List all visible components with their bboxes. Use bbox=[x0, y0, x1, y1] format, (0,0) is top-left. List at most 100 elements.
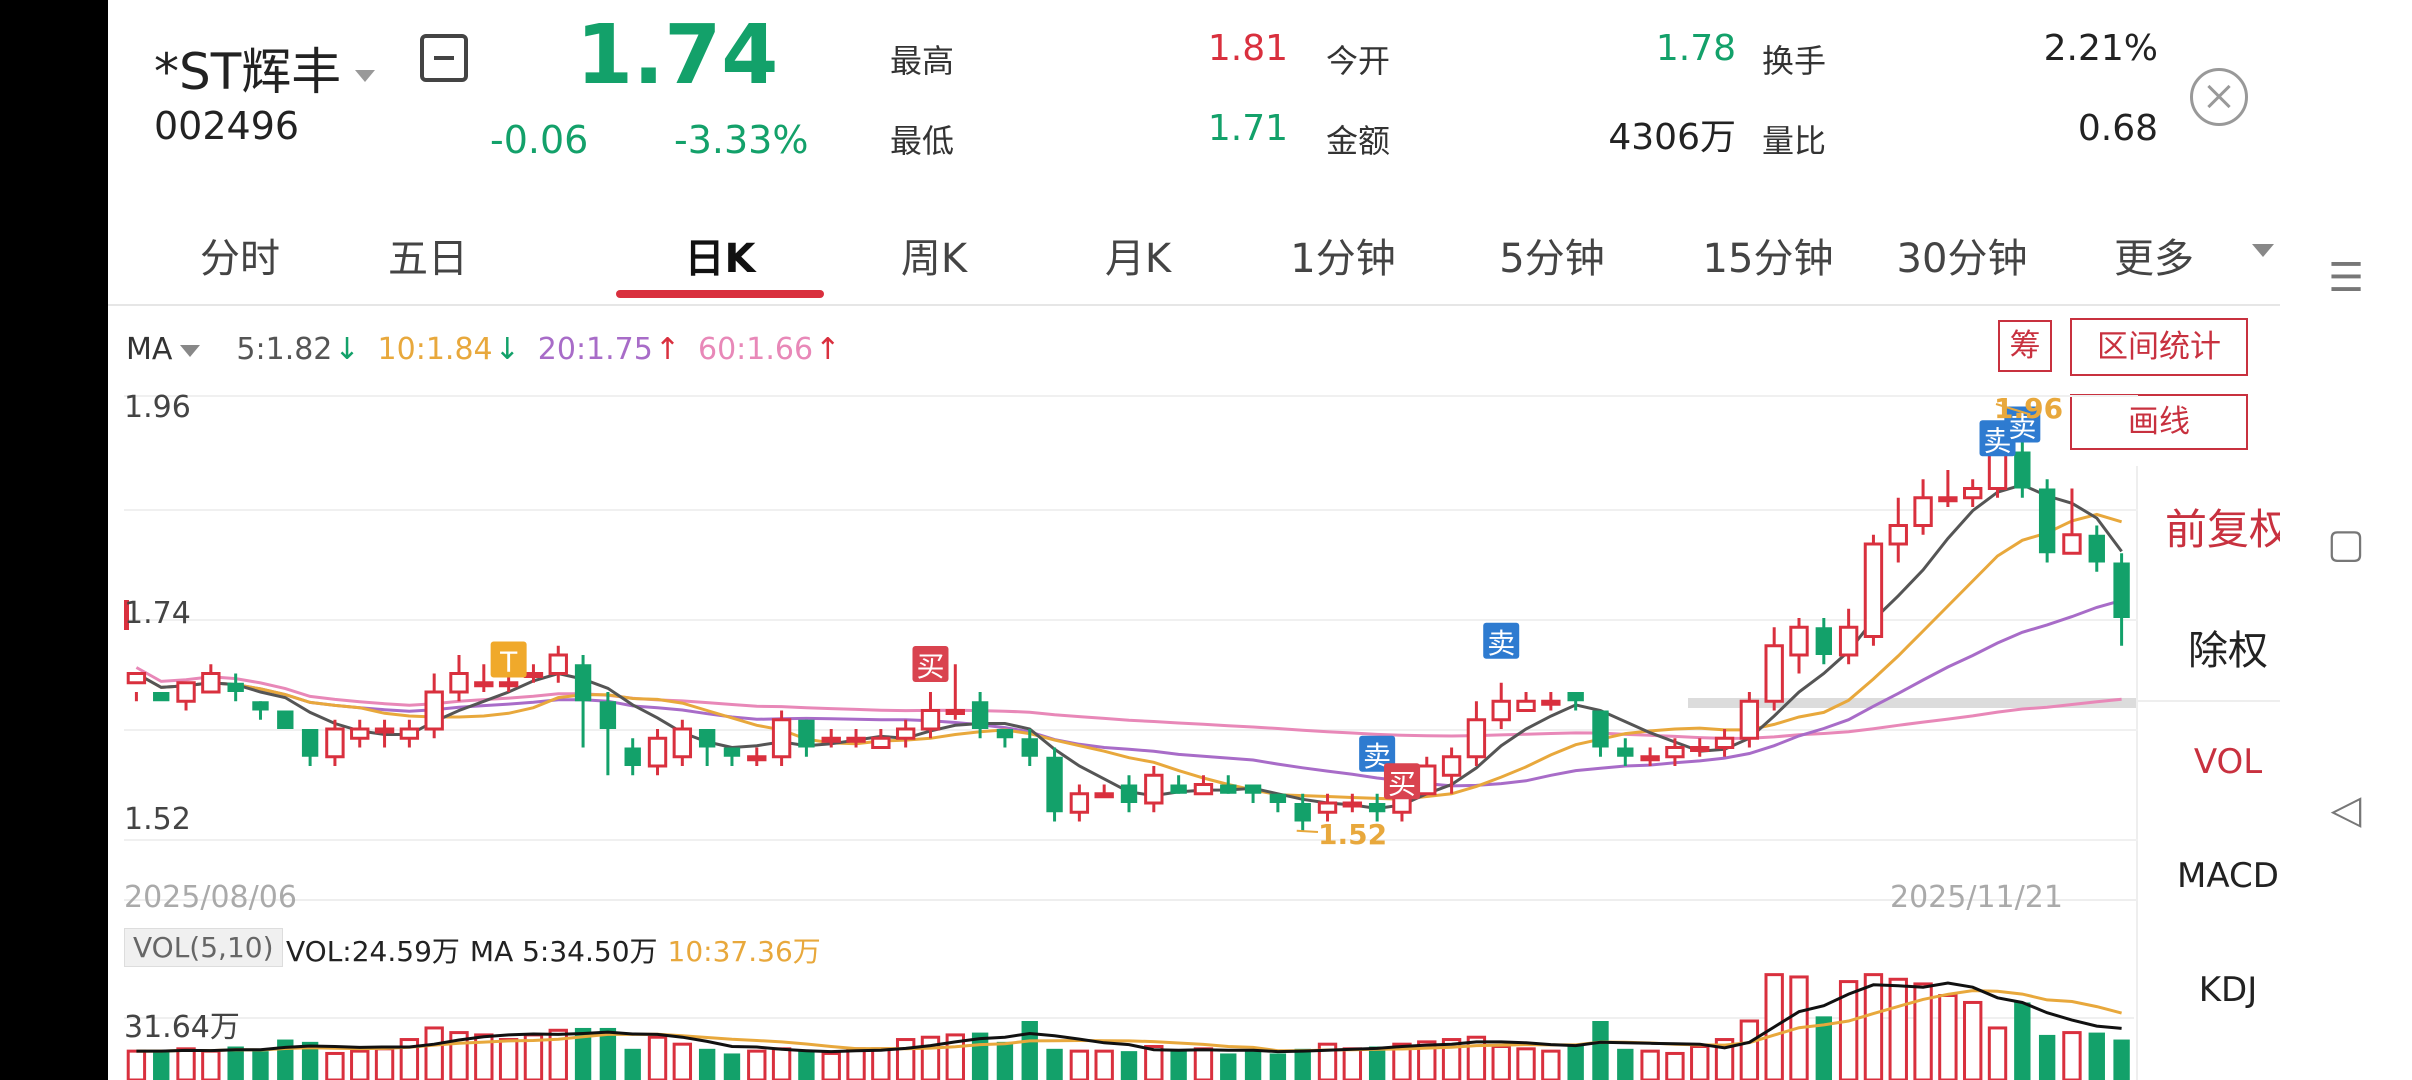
candle-body-down bbox=[996, 729, 1014, 739]
candle-body-down bbox=[624, 747, 641, 766]
volume-bar-down bbox=[723, 1053, 741, 1080]
candle-body-up bbox=[1094, 792, 1114, 799]
candle-body-up bbox=[1789, 625, 1809, 657]
volume-bar-up bbox=[1963, 1000, 1983, 1080]
volume-bar-up bbox=[1144, 1045, 1164, 1080]
candle-body-down bbox=[723, 747, 741, 757]
candle-body-up bbox=[1069, 792, 1090, 814]
volume-bar-down bbox=[1120, 1051, 1138, 1080]
volume-bar-down bbox=[1046, 1048, 1063, 1080]
volume-bar-up bbox=[1888, 977, 1908, 1080]
candle-body-down bbox=[2038, 488, 2056, 554]
candle-body-up bbox=[498, 681, 519, 688]
price-axis-low: 1.52 bbox=[124, 802, 191, 837]
back-icon[interactable]: ◁ bbox=[2323, 790, 2369, 830]
volume-bar-up bbox=[1665, 1051, 1685, 1080]
volume-bar-up bbox=[176, 1047, 196, 1080]
candle-body-down bbox=[1120, 784, 1138, 803]
candle-body-down bbox=[2088, 534, 2105, 563]
candle-body-down bbox=[252, 701, 269, 711]
candle-body-up bbox=[1838, 625, 1859, 657]
volume-bar-up bbox=[895, 1038, 916, 1080]
candle-body-up bbox=[325, 727, 345, 759]
end-date: 2025/11/21 bbox=[1890, 880, 2063, 915]
candle-body-up bbox=[1938, 496, 1958, 503]
candle-body-up bbox=[1913, 496, 1933, 527]
volume-bar-up bbox=[1541, 1049, 1561, 1080]
candle-body-up bbox=[1466, 718, 1487, 759]
min-price-connector bbox=[1296, 829, 1319, 833]
volume-bar-down bbox=[1244, 1051, 1262, 1080]
candle-body-down bbox=[971, 701, 989, 729]
candle-body-up bbox=[1193, 783, 1214, 796]
max-price-marker: 1.96 bbox=[1994, 392, 2064, 425]
home-square-icon[interactable]: ▢ bbox=[2323, 524, 2369, 564]
volume-bar-up bbox=[1516, 1047, 1536, 1080]
buy-marker: 买 bbox=[1388, 767, 1416, 800]
kline-chart[interactable]: T 买卖买卖卖卖 bbox=[108, 0, 2280, 1080]
candle-body-down bbox=[599, 701, 617, 729]
volume-bar-up bbox=[1193, 1047, 1214, 1080]
candle-body-up bbox=[1417, 764, 1437, 796]
volume-bar-down bbox=[1617, 1048, 1634, 1080]
candle-body-up bbox=[1665, 746, 1685, 759]
candle-body-down bbox=[2014, 451, 2031, 489]
candle-body-up bbox=[126, 672, 147, 685]
volume-legend: VOL:24.59万 MA 5:34.50万 10:37.36万 bbox=[286, 935, 821, 968]
candle-body-down bbox=[1021, 738, 1038, 757]
price-axis-high: 1.96 bbox=[124, 390, 191, 425]
candle-body-up bbox=[548, 653, 568, 675]
volume-bar-up bbox=[647, 1035, 668, 1080]
menu-icon[interactable]: ☰ bbox=[2323, 258, 2369, 298]
candle-body-down bbox=[698, 729, 716, 748]
candle-body-down bbox=[1592, 710, 1609, 748]
candle-body-up bbox=[449, 672, 469, 694]
volume-bar-up bbox=[1640, 1049, 1660, 1080]
sell-marker: 卖 bbox=[1487, 627, 1515, 660]
volume-bar-down bbox=[1220, 1053, 1237, 1080]
candle-body-down bbox=[1170, 784, 1187, 794]
stock-detail-screen: *ST辉丰 002496 1.74 -0.06 -3.33% 最高 1.81 今… bbox=[108, 0, 2318, 1080]
volume-bar-up bbox=[672, 1042, 693, 1080]
candle-body-down bbox=[2113, 562, 2130, 618]
candle-body-down bbox=[301, 729, 319, 757]
candle-body-up bbox=[1739, 699, 1760, 740]
candle-body-up bbox=[399, 727, 420, 740]
volume-bar-down bbox=[798, 1051, 815, 1080]
volume-bar-up bbox=[1069, 1049, 1090, 1080]
volume-bar-up bbox=[325, 1051, 345, 1080]
volume-bar-down bbox=[1592, 1021, 1609, 1080]
volume-bar-up bbox=[821, 1051, 841, 1080]
volume-bar-down bbox=[153, 1051, 170, 1080]
candle-body-up bbox=[871, 736, 891, 749]
volume-bar-up bbox=[771, 1047, 792, 1080]
candle-body-up bbox=[672, 727, 693, 759]
candle-body-up bbox=[1888, 524, 1908, 546]
t-marker: T bbox=[499, 646, 518, 679]
volume-bar-up bbox=[498, 1038, 519, 1080]
volume-bar-up bbox=[424, 1026, 444, 1080]
start-date: 2025/08/06 bbox=[124, 880, 297, 915]
candle-body-down bbox=[227, 682, 244, 692]
candle-body-up bbox=[1640, 755, 1660, 762]
candle-body-down bbox=[1220, 784, 1237, 794]
volume-bar-down bbox=[698, 1048, 716, 1080]
candle-body-up bbox=[895, 727, 916, 740]
volume-bar-up bbox=[1739, 1019, 1760, 1080]
volume-bar-down bbox=[1269, 1053, 1287, 1080]
candle-body-down bbox=[1815, 627, 1833, 655]
volume-bar-down bbox=[624, 1048, 641, 1080]
volume-bar-up bbox=[1491, 1045, 1511, 1080]
system-nav-bar: ☰ ▢ ◁ bbox=[2280, 0, 2412, 1080]
candle-body-down bbox=[574, 664, 592, 702]
candle-body-up bbox=[920, 709, 941, 731]
candle-body-up bbox=[846, 736, 866, 743]
min-price-marker: 1.52 bbox=[1318, 818, 1388, 851]
candle-body-up bbox=[1764, 644, 1784, 703]
candle-body-up bbox=[201, 672, 221, 694]
volume-bar-up bbox=[747, 1049, 767, 1080]
volume-indicator-selector[interactable]: VOL(5,10) bbox=[124, 928, 283, 967]
candle-body-up bbox=[374, 727, 395, 734]
volume-bar-up bbox=[1342, 1047, 1363, 1080]
candle-body-up bbox=[1441, 755, 1462, 777]
